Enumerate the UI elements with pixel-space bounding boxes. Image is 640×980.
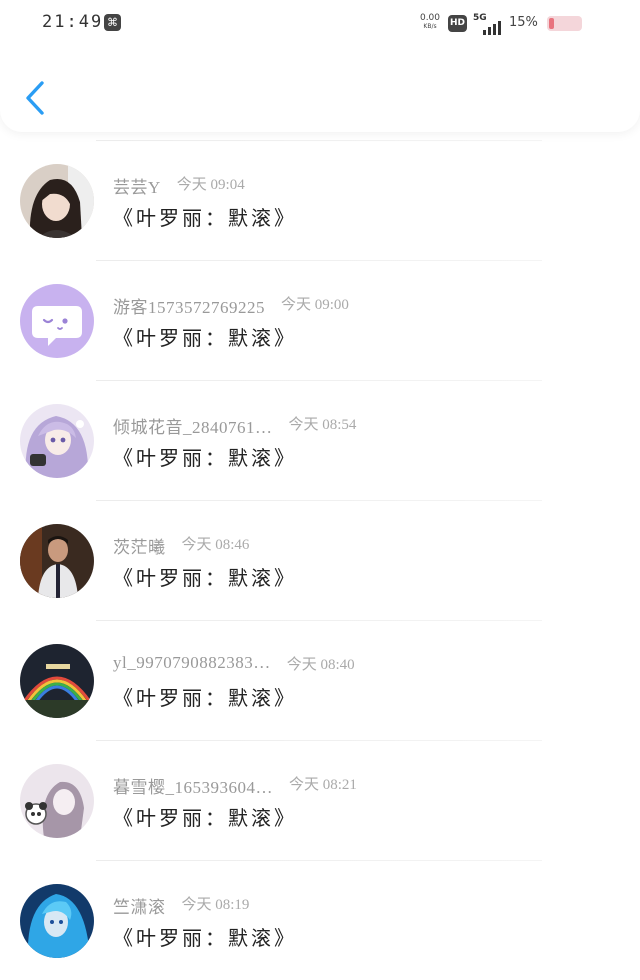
status-bar: 21:49 ⌘ 0.00 KB/s HD 5G 15% bbox=[0, 0, 640, 48]
comment-username[interactable]: 竺潇滚 bbox=[113, 893, 166, 918]
network-speed-value: 0.00 bbox=[419, 13, 441, 23]
comment-username[interactable]: 茨茫曦 bbox=[113, 533, 166, 558]
signal-label: 5G bbox=[473, 13, 487, 23]
comment-item[interactable]: 茨茫曦 今天 08:46 《叶罗丽：默滚》 bbox=[0, 500, 640, 620]
signal-bar bbox=[483, 30, 486, 35]
comment-meta: 游客1573572769225 今天 09:00 bbox=[113, 293, 349, 317]
battery-icon bbox=[547, 16, 582, 31]
comment-time: 今天 08:40 bbox=[286, 657, 355, 673]
comment-meta: yl_9970790882383… 今天 08:40 bbox=[113, 653, 355, 677]
comment-time: 今天 08:21 bbox=[289, 777, 357, 793]
comment-text: 《叶罗丽：默滚》 bbox=[113, 328, 297, 350]
comment-text: 《叶罗丽：默滚》 bbox=[113, 928, 297, 950]
avatar[interactable] bbox=[20, 884, 94, 958]
comment-text: 《叶罗丽：默滚》 bbox=[113, 688, 297, 710]
avatar[interactable] bbox=[20, 764, 94, 838]
comment-time: 今天 08:19 bbox=[181, 897, 250, 913]
comment-item[interactable]: 竺潇滚 今天 08:19 《叶罗丽：默滚》 bbox=[0, 860, 640, 980]
comment-username[interactable]: 倾城花音_2840761… bbox=[113, 413, 273, 438]
signal-bar bbox=[493, 24, 496, 35]
comment-meta: 倾城花音_2840761… 今天 08:54 bbox=[113, 413, 356, 437]
comment-meta: 竺潇滚 今天 08:19 bbox=[113, 893, 249, 917]
avatar[interactable] bbox=[20, 164, 94, 238]
comment-item[interactable]: 暮雪樱_165393604… 今天 08:21 《叶罗丽：默滚》 bbox=[0, 740, 640, 860]
comment-meta: 茨茫曦 今天 08:46 bbox=[113, 533, 249, 557]
network-speed-unit: KB/s bbox=[423, 23, 437, 30]
battery-percent: 15% bbox=[509, 15, 538, 30]
avatar[interactable] bbox=[20, 404, 94, 478]
battery-fill bbox=[549, 18, 554, 29]
chevron-left-icon bbox=[26, 81, 44, 115]
signal-bar bbox=[488, 27, 491, 35]
comment-text: 《叶罗丽：默滚》 bbox=[113, 568, 297, 590]
comment-text: 《叶罗丽：默滚》 bbox=[113, 448, 297, 470]
comment-item[interactable]: 游客1573572769225 今天 09:00 《叶罗丽：默滚》 bbox=[0, 260, 640, 380]
comment-text: 《叶罗丽：默滚》 bbox=[113, 808, 297, 830]
avatar[interactable] bbox=[20, 644, 94, 718]
comment-username[interactable]: 芸芸Y bbox=[113, 173, 161, 198]
comment-meta: 芸芸Y 今天 09:04 bbox=[113, 173, 245, 197]
signal-icon: 5G bbox=[473, 13, 503, 35]
comment-meta: 暮雪樱_165393604… 今天 08:21 bbox=[113, 773, 357, 797]
comment-item[interactable]: 芸芸Y 今天 09:04 《叶罗丽：默滚》 bbox=[0, 140, 640, 260]
avatar[interactable] bbox=[20, 524, 94, 598]
back-button[interactable] bbox=[18, 78, 52, 118]
comment-item[interactable]: yl_9970790882383… 今天 08:40 《叶罗丽：默滚》 bbox=[0, 620, 640, 740]
comment-time: 今天 09:04 bbox=[176, 177, 245, 193]
signal-bar bbox=[498, 21, 501, 35]
comment-username[interactable]: yl_9970790882383… bbox=[113, 653, 271, 673]
app-notification-icon: ⌘ bbox=[104, 14, 121, 31]
comment-time: 今天 09:00 bbox=[281, 297, 349, 313]
network-speed: 0.00 KB/s bbox=[419, 14, 441, 31]
comment-item[interactable]: 倾城花音_2840761… 今天 08:54 《叶罗丽：默滚》 bbox=[0, 380, 640, 500]
comment-username[interactable]: 游客1573572769225 bbox=[113, 293, 265, 318]
avatar[interactable] bbox=[20, 284, 94, 358]
comment-text: 《叶罗丽：默滚》 bbox=[113, 208, 297, 230]
status-time: 21:49 bbox=[42, 12, 104, 32]
header-card: 21:49 ⌘ 0.00 KB/s HD 5G 15% bbox=[0, 0, 640, 132]
comment-time: 今天 08:54 bbox=[288, 417, 357, 433]
comment-time: 今天 08:46 bbox=[181, 537, 250, 553]
hd-badge: HD bbox=[448, 15, 467, 32]
comment-username[interactable]: 暮雪樱_165393604… bbox=[113, 773, 273, 798]
